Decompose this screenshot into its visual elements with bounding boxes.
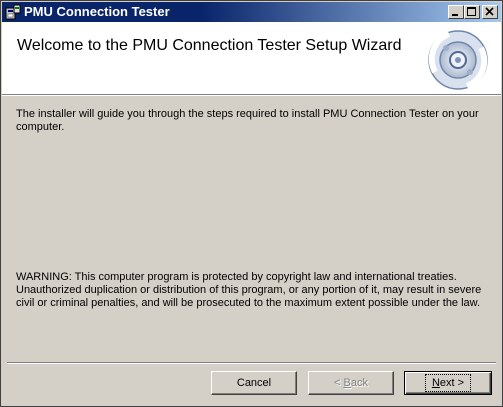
next-focus-rect: Next >	[424, 374, 472, 392]
next-mnemonic: N	[431, 377, 440, 389]
maximize-button[interactable]	[464, 5, 480, 19]
back-label: ack	[350, 377, 368, 389]
close-icon	[485, 7, 494, 16]
next-button[interactable]: Next >	[404, 371, 492, 395]
copyright-warning: WARNING: This computer program is protec…	[16, 271, 482, 309]
banner-divider	[2, 95, 501, 96]
cancel-button[interactable]: Cancel	[211, 371, 297, 395]
installer-window: PMU Connection Tester Welcome to the PMU…	[0, 0, 503, 407]
intro-text: The installer will guide you through the…	[16, 108, 479, 133]
window-title: PMU Connection Tester	[24, 4, 170, 19]
wizard-banner: Welcome to the PMU Connection Tester Set…	[2, 22, 501, 95]
minimize-icon	[452, 14, 458, 16]
setup-disc-icon	[428, 30, 488, 90]
button-separator-highlight	[7, 363, 496, 364]
minimize-button[interactable]	[448, 5, 464, 19]
wizard-title: Welcome to the PMU Connection Tester Set…	[17, 37, 402, 54]
back-mnemonic: B	[343, 377, 351, 389]
close-button[interactable]	[482, 5, 498, 19]
installer-app-icon	[5, 4, 21, 20]
title-bar[interactable]: PMU Connection Tester	[2, 2, 501, 22]
back-button[interactable]: < Back	[308, 371, 394, 395]
next-label: ext >	[439, 377, 465, 389]
maximize-icon	[467, 7, 476, 16]
back-prefix: <	[334, 377, 344, 389]
